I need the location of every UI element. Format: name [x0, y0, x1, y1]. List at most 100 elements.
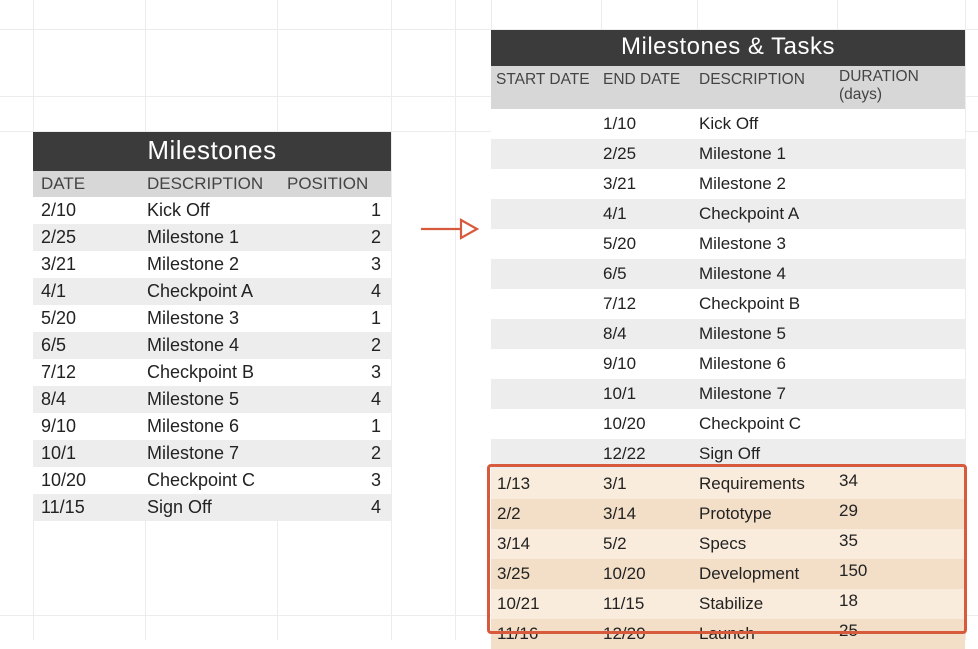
cell-duration: 18 — [837, 589, 965, 619]
cell-description: Sign Off — [145, 494, 277, 521]
cell-start: 1/13 — [491, 469, 601, 499]
milestones-header-row: DATE DESCRIPTION POSITION — [33, 171, 391, 197]
cell-description: Milestone 7 — [697, 379, 837, 409]
cell-date: 10/20 — [33, 467, 145, 494]
milestones-table: Milestones DATE DESCRIPTION POSITION 2/1… — [33, 132, 391, 521]
cell-description: Specs — [697, 529, 837, 559]
cell-position: 2 — [277, 224, 391, 251]
table-row-task[interactable]: 10/2111/15Stabilize18 — [491, 589, 965, 619]
cell-description: Kick Off — [145, 197, 277, 224]
table-row-task[interactable]: 1/133/1Requirements34 — [491, 469, 965, 499]
cell-description: Milestone 1 — [697, 139, 837, 169]
cell-date: 4/1 — [33, 278, 145, 305]
table-row[interactable]: 9/10Milestone 6 — [491, 349, 965, 379]
cell-description: Requirements — [697, 469, 837, 499]
table-row[interactable]: 10/20Checkpoint C — [491, 409, 965, 439]
cell-date: 9/10 — [33, 413, 145, 440]
cell-duration — [837, 439, 965, 469]
col-description: DESCRIPTION — [145, 171, 277, 197]
cell-end: 11/15 — [601, 589, 697, 619]
cell-duration — [837, 379, 965, 409]
cell-position: 3 — [277, 359, 391, 386]
cell-end: 9/10 — [601, 349, 697, 379]
cell-position: 2 — [277, 332, 391, 359]
col-end-date: END DATE — [601, 66, 697, 94]
cell-description: Milestone 2 — [697, 169, 837, 199]
milestones-tasks-table: Milestones & Tasks START DATE END DATE D… — [491, 30, 965, 649]
table-row[interactable]: 12/22Sign Off — [491, 439, 965, 469]
cell-start — [491, 229, 601, 259]
table-row[interactable]: 11/15Sign Off4 — [33, 494, 391, 521]
table-row[interactable]: 2/25Milestone 12 — [33, 224, 391, 251]
table-row[interactable]: 4/1Checkpoint A — [491, 199, 965, 229]
table-row[interactable]: 9/10Milestone 61 — [33, 413, 391, 440]
table-row[interactable]: 6/5Milestone 42 — [33, 332, 391, 359]
cell-duration — [837, 259, 965, 289]
col-date: DATE — [33, 171, 145, 197]
cell-position: 3 — [277, 251, 391, 278]
cell-start — [491, 319, 601, 349]
cell-description: Launch — [697, 619, 837, 649]
cell-duration — [837, 109, 965, 139]
cell-date: 7/12 — [33, 359, 145, 386]
cell-date: 6/5 — [33, 332, 145, 359]
cell-description: Milestone 6 — [697, 349, 837, 379]
cell-description: Milestone 4 — [697, 259, 837, 289]
cell-duration: 29 — [837, 499, 965, 529]
cell-end: 3/14 — [601, 499, 697, 529]
cell-end: 12/20 — [601, 619, 697, 649]
cell-date: 2/25 — [33, 224, 145, 251]
table-row[interactable]: 7/12Checkpoint B3 — [33, 359, 391, 386]
cell-end: 6/5 — [601, 259, 697, 289]
table-row-task[interactable]: 2/23/14Prototype29 — [491, 499, 965, 529]
cell-position: 1 — [277, 305, 391, 332]
table-row[interactable]: 1/10Kick Off — [491, 109, 965, 139]
table-row-task[interactable]: 3/2510/20Development150 — [491, 559, 965, 589]
cell-start — [491, 259, 601, 289]
milestones-title: Milestones — [33, 132, 391, 171]
table-row[interactable]: 5/20Milestone 31 — [33, 305, 391, 332]
table-row[interactable]: 8/4Milestone 5 — [491, 319, 965, 349]
cell-start — [491, 349, 601, 379]
table-row[interactable]: 4/1Checkpoint A4 — [33, 278, 391, 305]
cell-position: 3 — [277, 467, 391, 494]
table-row-task[interactable]: 3/145/2Specs35 — [491, 529, 965, 559]
table-row-task[interactable]: 11/1612/20Launch25 — [491, 619, 965, 649]
cell-end: 2/25 — [601, 139, 697, 169]
cell-description: Checkpoint C — [697, 409, 837, 439]
cell-date: 10/1 — [33, 440, 145, 467]
cell-duration — [837, 409, 965, 439]
table-row[interactable]: 7/12Checkpoint B — [491, 289, 965, 319]
cell-description: Checkpoint B — [697, 289, 837, 319]
table-row[interactable]: 10/20Checkpoint C3 — [33, 467, 391, 494]
cell-end: 3/21 — [601, 169, 697, 199]
table-row[interactable]: 10/1Milestone 72 — [33, 440, 391, 467]
cell-description: Milestone 3 — [145, 305, 277, 332]
table-row[interactable]: 3/21Milestone 23 — [33, 251, 391, 278]
cell-end: 12/22 — [601, 439, 697, 469]
col-description: DESCRIPTION — [697, 66, 837, 94]
table-row[interactable]: 3/21Milestone 2 — [491, 169, 965, 199]
cell-description: Milestone 5 — [697, 319, 837, 349]
table-row[interactable]: 2/10Kick Off1 — [33, 197, 391, 224]
col-start-date: START DATE — [491, 66, 601, 94]
cell-start — [491, 439, 601, 469]
cell-description: Stabilize — [697, 589, 837, 619]
table-row[interactable]: 8/4Milestone 54 — [33, 386, 391, 413]
cell-date: 11/15 — [33, 494, 145, 521]
table-row[interactable]: 10/1Milestone 7 — [491, 379, 965, 409]
table-row[interactable]: 6/5Milestone 4 — [491, 259, 965, 289]
cell-start — [491, 139, 601, 169]
cell-description: Sign Off — [697, 439, 837, 469]
cell-start: 2/2 — [491, 499, 601, 529]
cell-description: Milestone 3 — [697, 229, 837, 259]
cell-description: Development — [697, 559, 837, 589]
cell-end: 10/1 — [601, 379, 697, 409]
col-duration: DURATION (days) — [837, 66, 965, 109]
table-row[interactable]: 2/25Milestone 1 — [491, 139, 965, 169]
table-row[interactable]: 5/20Milestone 3 — [491, 229, 965, 259]
cell-duration: 35 — [837, 529, 965, 559]
cell-start: 3/14 — [491, 529, 601, 559]
cell-date: 3/21 — [33, 251, 145, 278]
cell-description: Prototype — [697, 499, 837, 529]
